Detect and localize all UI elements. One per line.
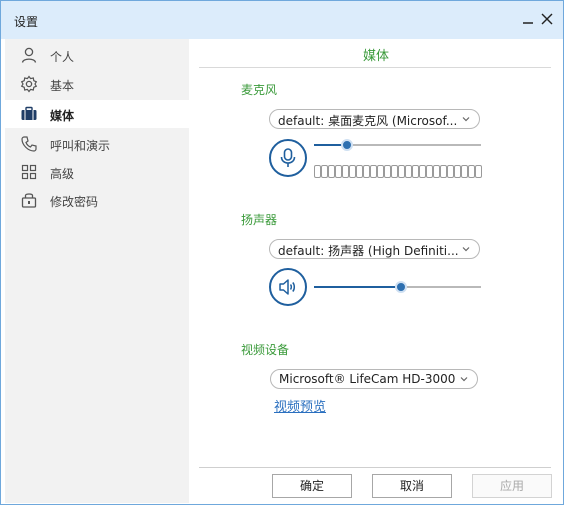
sidebar-item-personal[interactable]: 个人 <box>5 41 189 69</box>
apply-button[interactable]: 应用 <box>472 474 552 498</box>
level-meter-cell <box>461 165 468 178</box>
sidebar-item-label: 修改密码 <box>50 195 99 209</box>
section-divider <box>199 67 551 68</box>
level-meter-cell <box>328 165 335 178</box>
lock-icon <box>20 191 38 209</box>
microphone-selected-value: default: 桌面麦克风 (Microsof... <box>278 114 458 128</box>
speaker-volume-slider[interactable] <box>314 280 481 294</box>
microphone-volume-slider[interactable] <box>314 138 481 152</box>
level-meter-cell <box>447 165 454 178</box>
person-icon <box>20 46 38 64</box>
level-meter-cell <box>454 165 461 178</box>
level-meter-cell <box>349 165 356 178</box>
sidebar-item-basic[interactable]: 基本 <box>5 70 189 98</box>
sidebar: 个人 基本 媒体 呼叫和演示 高级 修改密码 <box>5 39 189 503</box>
level-meter-cell <box>440 165 447 178</box>
level-meter-cell <box>363 165 370 178</box>
level-meter-cell <box>377 165 384 178</box>
level-meter-cell <box>321 165 328 178</box>
microphone-label: 麦克风 <box>241 83 278 97</box>
sidebar-item-media[interactable]: 媒体 <box>5 100 189 128</box>
sidebar-item-label: 基本 <box>50 79 75 93</box>
chevron-down-icon <box>459 373 469 383</box>
microphone-level-meter <box>314 165 482 179</box>
chevron-down-icon <box>461 243 471 253</box>
level-meter-cell <box>370 165 377 178</box>
microphone-select[interactable]: default: 桌面麦克风 (Microsof... <box>269 109 480 129</box>
ok-button[interactable]: 确定 <box>272 474 352 498</box>
speaker-icon <box>279 279 296 295</box>
level-meter-cell <box>433 165 440 178</box>
speaker-mute-button[interactable] <box>269 268 307 306</box>
window-title: 设置 <box>14 15 39 29</box>
level-meter-cell <box>356 165 363 178</box>
speaker-selected-value: default: 扬声器 (High Definiti... <box>278 244 459 258</box>
video-device-label: 视频设备 <box>241 343 290 357</box>
level-meter-cell <box>342 165 349 178</box>
slider-thumb[interactable] <box>395 281 407 293</box>
minimize-icon[interactable] <box>519 10 537 28</box>
slider-thumb[interactable] <box>341 139 353 151</box>
sidebar-item-advanced[interactable]: 高级 <box>5 158 189 186</box>
video-preview-link[interactable]: 视频预览 <box>274 396 326 415</box>
level-meter-cell <box>391 165 398 178</box>
settings-window: 设置 个人 基本 媒体 呼叫和演示 高级 修改密码 媒体 麦克风 default… <box>0 0 564 505</box>
sidebar-item-label: 高级 <box>50 167 75 181</box>
sidebar-item-change-password[interactable]: 修改密码 <box>5 186 189 214</box>
microphone-icon <box>280 148 296 167</box>
level-meter-cell <box>335 165 342 178</box>
level-meter-cell <box>426 165 433 178</box>
level-meter-cell <box>419 165 426 178</box>
sidebar-item-label: 媒体 <box>50 109 75 123</box>
level-meter-cell <box>398 165 405 178</box>
sidebar-item-label: 个人 <box>50 50 75 64</box>
video-device-select[interactable]: Microsoft® LifeCam HD-3000 <box>270 369 478 389</box>
phone-icon <box>20 135 38 153</box>
video-device-selected-value: Microsoft® LifeCam HD-3000 <box>279 372 456 386</box>
section-title: 媒体 <box>362 49 389 64</box>
level-meter-cell <box>412 165 419 178</box>
level-meter-cell <box>475 165 482 178</box>
speaker-label: 扬声器 <box>241 213 278 227</box>
grid-icon <box>20 163 38 181</box>
slider-fill <box>314 286 401 288</box>
close-icon[interactable] <box>538 10 556 28</box>
footer-divider <box>199 467 551 468</box>
level-meter-cell <box>384 165 391 178</box>
sidebar-item-call-presentation[interactable]: 呼叫和演示 <box>5 130 189 158</box>
microphone-mute-button[interactable] <box>269 139 307 177</box>
sidebar-item-label: 呼叫和演示 <box>50 139 111 153</box>
level-meter-cell <box>468 165 475 178</box>
cancel-button[interactable]: 取消 <box>372 474 452 498</box>
chevron-down-icon <box>461 113 471 123</box>
briefcase-icon <box>20 105 38 123</box>
level-meter-cell <box>405 165 412 178</box>
gear-icon <box>20 75 38 93</box>
speaker-select[interactable]: default: 扬声器 (High Definiti... <box>269 239 480 259</box>
title-bar: 设置 <box>1 1 563 39</box>
level-meter-cell <box>314 165 321 178</box>
